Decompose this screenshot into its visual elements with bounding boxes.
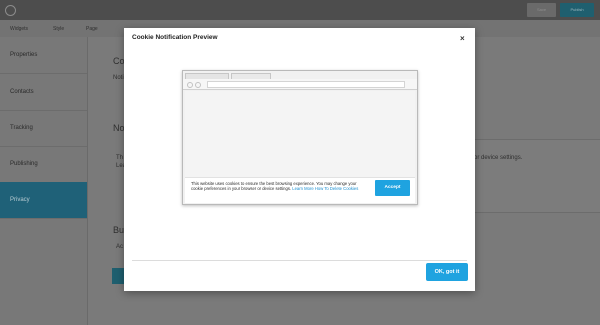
close-icon[interactable]: ×	[460, 35, 465, 43]
cookie-notification-bar: This website uses cookies to ensure the …	[185, 177, 415, 203]
cookie-preview-modal: Cookie Notification Preview × This websi…	[124, 28, 475, 291]
browser-mockup: This website uses cookies to ensure the …	[182, 70, 418, 205]
notification-settings-panel	[458, 139, 600, 213]
sidebar-item-properties[interactable]: Properties	[0, 37, 87, 74]
sidebar-item-publishing[interactable]: Publishing	[0, 146, 87, 183]
ok-got-it-button[interactable]: OK, got it	[426, 263, 468, 281]
app-logo-icon	[5, 5, 16, 16]
cookie-message: This website uses cookies to ensure the …	[191, 181, 369, 192]
settings-sidebar: Properties Contacts Tracking Publishing …	[0, 37, 88, 325]
accept-button[interactable]: Accept	[375, 180, 410, 196]
modal-title: Cookie Notification Preview	[132, 34, 218, 41]
learn-more-link[interactable]: Learn More	[292, 186, 313, 191]
browser-toolbar	[183, 79, 417, 90]
publish-button[interactable]: Publish	[560, 3, 594, 17]
save-button[interactable]: Save	[527, 3, 556, 17]
sidebar-item-label: Publishing	[10, 161, 38, 167]
section-text: Noti	[113, 75, 124, 81]
browser-back-icon	[187, 82, 193, 88]
sidebar-item-tracking[interactable]: Tracking	[0, 110, 87, 147]
section-text: er or device settings.	[467, 155, 523, 161]
browser-forward-icon	[195, 82, 201, 88]
section-text: Ac	[116, 244, 124, 250]
modal-divider	[132, 260, 467, 261]
section-heading: Co	[113, 56, 125, 66]
sidebar-item-label: Privacy	[10, 197, 30, 203]
sidebar-item-privacy[interactable]: Privacy	[0, 182, 87, 219]
top-bar: Save Publish	[0, 0, 600, 20]
browser-page-area	[185, 91, 415, 179]
sidebar-item-contacts[interactable]: Contacts	[0, 74, 87, 111]
tab-style[interactable]: Style	[53, 26, 64, 32]
sidebar-item-label: Properties	[10, 52, 38, 58]
sidebar-item-label: Contacts	[10, 89, 34, 95]
sidebar-item-label: Tracking	[10, 125, 33, 131]
browser-address-bar	[207, 81, 405, 88]
section-heading: Bu	[113, 225, 125, 235]
tab-page[interactable]: Page	[86, 26, 98, 32]
section-text: Th	[116, 155, 124, 161]
delete-cookies-link[interactable]: How To Delete Cookies	[315, 186, 358, 191]
tab-widgets[interactable]: Widgets	[10, 26, 28, 32]
section-heading: No	[113, 123, 125, 133]
